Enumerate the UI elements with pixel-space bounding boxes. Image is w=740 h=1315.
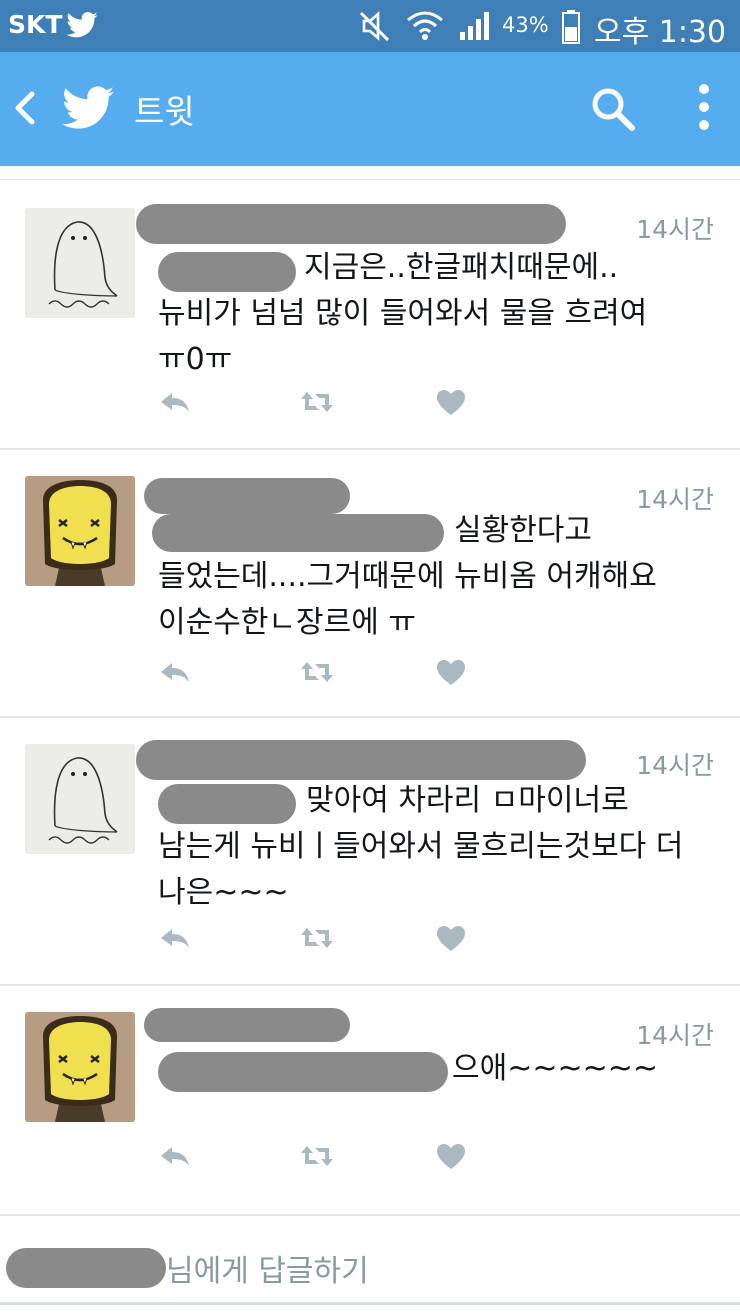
- like-icon[interactable]: [437, 926, 465, 952]
- tweet-line: 들었는데....그거때문에 뉴비옴 어캐해요: [158, 559, 657, 594]
- reply-icon[interactable]: [159, 926, 191, 952]
- battery-percent: 43%: [502, 13, 549, 37]
- more-options-icon[interactable]: [696, 82, 712, 132]
- like-icon[interactable]: [437, 1144, 465, 1170]
- battery-icon: [562, 10, 580, 44]
- retweet-icon[interactable]: [299, 926, 335, 950]
- reply-input[interactable]: 님에게 답글하기: [0, 1232, 740, 1302]
- retweet-icon[interactable]: [299, 390, 335, 414]
- redacted-username: [136, 204, 566, 244]
- yellow-character-icon: [25, 1012, 135, 1122]
- redacted-username: [136, 740, 586, 780]
- retweet-icon[interactable]: [299, 1144, 335, 1168]
- search-icon[interactable]: [590, 86, 636, 132]
- tweet-timestamp: 14시간: [636, 751, 714, 780]
- reply-placeholder: 님에게 답글하기: [166, 1254, 369, 1289]
- reply-icon[interactable]: [159, 390, 191, 416]
- tweet-line: ㅠ0ㅠ: [158, 342, 233, 377]
- wifi-icon: [407, 11, 443, 40]
- redacted-username: [144, 1008, 350, 1042]
- avatar[interactable]: [25, 1012, 135, 1122]
- back-arrow-icon[interactable]: [10, 90, 40, 126]
- ghost-sketch-icon: [25, 208, 135, 318]
- tweet-actions: [157, 660, 477, 690]
- tweet-line: 실황한다고: [454, 513, 592, 548]
- twitter-logo-icon: [62, 86, 114, 129]
- like-icon[interactable]: [437, 660, 465, 686]
- tweet-line: 맞아여 차라리 ㅁ마이너로: [306, 783, 629, 818]
- carrier-label: SKT: [8, 10, 63, 39]
- tweet-item[interactable]: 14시간 맞아여 차라리 ㅁ마이너로 남는게 뉴비ㅣ들어와서 물흐리는것보다 더…: [0, 718, 740, 986]
- yellow-character-icon: [25, 476, 135, 586]
- tweet-timestamp: 14시간: [636, 215, 714, 244]
- tweet-actions: [157, 1144, 477, 1174]
- tweet-text: 지금은..한글패치때문에.. 뉴비가 넘넘 많이 들어와서 물을 흐려여 ㅠ0ㅠ: [158, 245, 720, 383]
- input-underline: [0, 1302, 740, 1305]
- tweet-line: 나은~~~: [158, 875, 289, 910]
- mute-icon: [359, 11, 390, 42]
- tweet-line: 남는게 뉴비ㅣ들어와서 물흐리는것보다 더: [158, 829, 684, 864]
- tweet-actions: [157, 926, 477, 956]
- twitter-notification-icon: [66, 12, 98, 38]
- clock: 오후 1:30: [594, 15, 727, 50]
- avatar[interactable]: [25, 476, 135, 586]
- divider: [0, 1214, 740, 1216]
- reply-icon[interactable]: [159, 1144, 191, 1170]
- like-icon[interactable]: [437, 390, 465, 416]
- app-bar: 트윗: [0, 52, 740, 166]
- tweet-actions: [157, 390, 477, 420]
- retweet-icon[interactable]: [299, 660, 335, 684]
- tweet-item[interactable]: 14시간 으애~~~~~~: [0, 986, 740, 1204]
- ghost-sketch-icon: [25, 744, 135, 854]
- page-title: 트윗: [134, 92, 195, 131]
- redacted-reply-username: [6, 1248, 166, 1288]
- tweet-line: 지금은..한글패치때문에..: [304, 250, 619, 285]
- tweet-line: 뉴비가 넘넘 많이 들어와서 물을 흐려여: [158, 296, 648, 331]
- avatar[interactable]: [25, 744, 135, 854]
- signal-icon: [460, 12, 489, 40]
- reply-icon[interactable]: [159, 660, 191, 686]
- divider: [0, 179, 740, 180]
- tweet-line: 이순수한ㄴ장르에 ㅠ: [158, 605, 416, 640]
- status-bar: SKT 43% 오후 1:30: [0, 0, 740, 52]
- tweet-text: 실황한다고 들었는데....그거때문에 뉴비옴 어캐해요 이순수한ㄴ장르에 ㅠ: [158, 508, 720, 646]
- avatar[interactable]: [25, 208, 135, 318]
- tweet-line: 으애~~~~~~: [452, 1051, 659, 1086]
- tweet-text: 으애~~~~~~: [158, 1046, 720, 1092]
- tweet-item[interactable]: 14시간 지금은..한글패치때문에.. 뉴비가 넘넘 많이 들어와서 물을 흐려…: [0, 182, 740, 450]
- tweet-item[interactable]: 14시간 실황한다고 들었는데....그거때문에 뉴비옴 어캐해요 이순수한ㄴ장…: [0, 450, 740, 718]
- tweet-text: 맞아여 차라리 ㅁ마이너로 남는게 뉴비ㅣ들어와서 물흐리는것보다 더 나은~~…: [158, 778, 720, 916]
